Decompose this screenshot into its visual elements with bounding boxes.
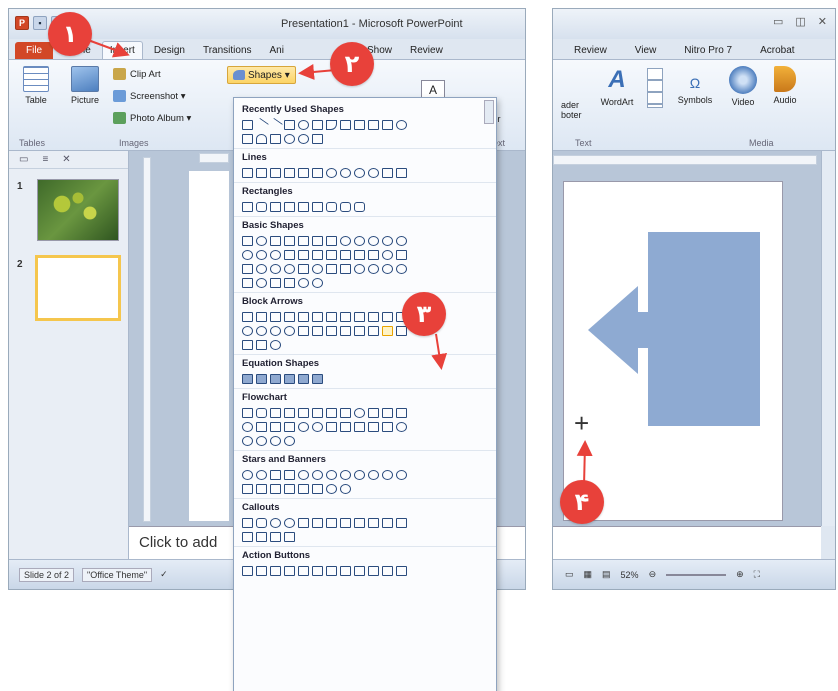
step-badge-4: ۴ bbox=[560, 480, 604, 524]
annotation-arrows bbox=[87, 39, 593, 487]
step-badge-2: ۲ bbox=[330, 42, 374, 86]
step-badge-3: ۳ bbox=[402, 292, 446, 336]
arrow-to-left-arrow-shape bbox=[431, 333, 448, 370]
tutorial-screenshot: P ▪ ↶ ↷ Presentation1 - Microsoft PowerP… bbox=[0, 0, 838, 691]
step-badge-1: ۱ bbox=[48, 12, 92, 56]
arrow-to-insert-tab bbox=[87, 39, 130, 58]
